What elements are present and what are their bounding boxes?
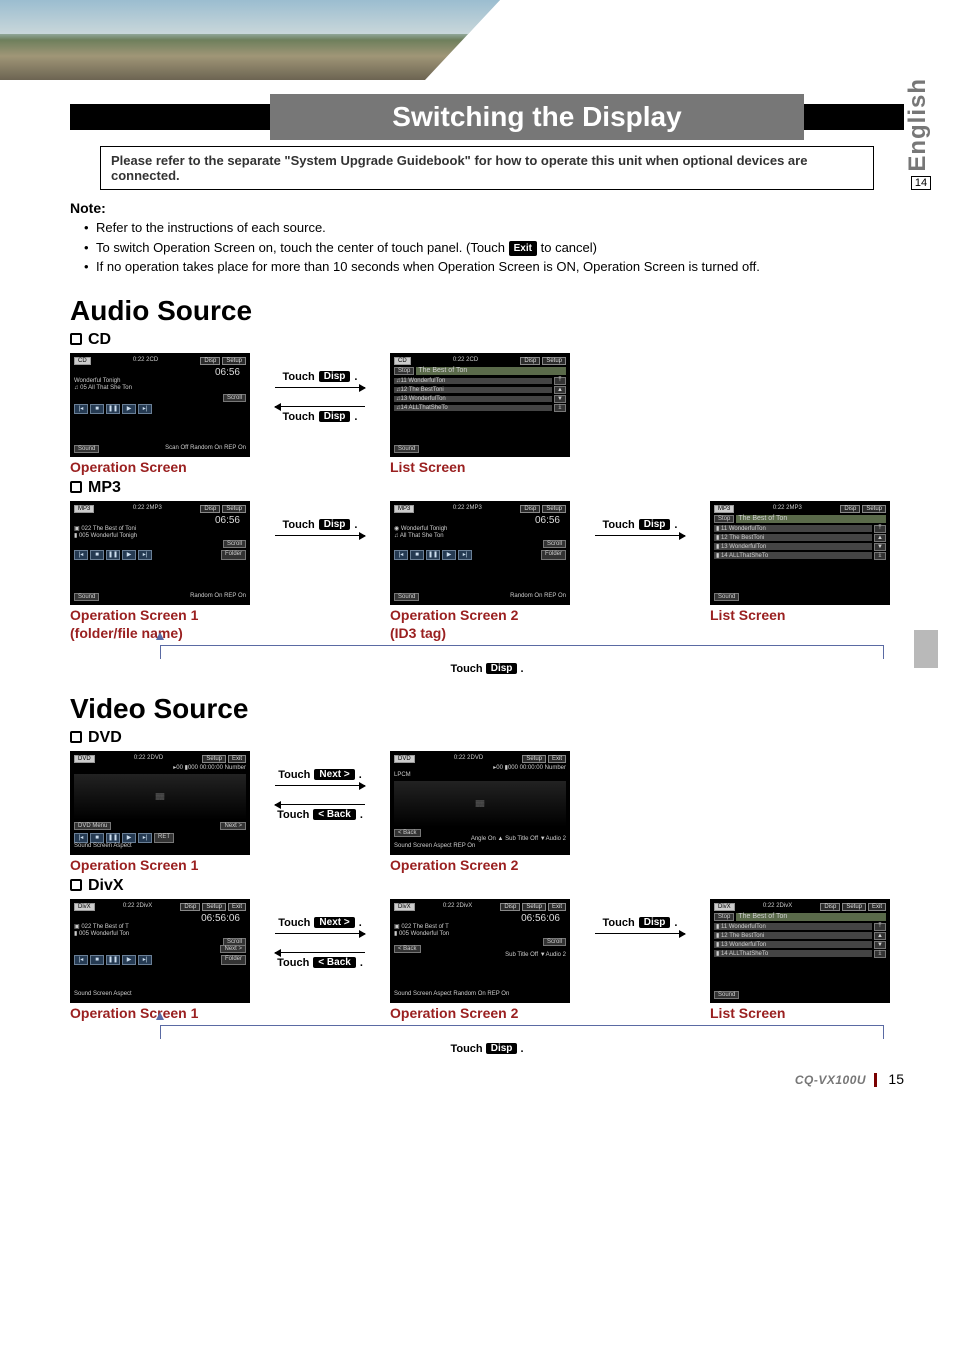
mp3-list-screenshot: MP30:22 2MP3Disp Setup StopThe Best of T… — [710, 501, 890, 605]
mp3-op2-caption: Operation Screen 2 — [390, 607, 570, 623]
audio-source-heading: Audio Source — [70, 295, 904, 327]
note-item: If no operation takes place for more tha… — [84, 257, 904, 277]
cd-op-caption: Operation Screen — [70, 459, 250, 475]
back-button-label: < Back — [313, 957, 356, 968]
side-grey-mark — [914, 630, 938, 668]
divx-list-screenshot: DivX0:22 2DivXDisp Setup Exit StopThe Be… — [710, 899, 890, 1003]
disp-button-label: Disp — [319, 411, 351, 422]
scroll-bottom-icon: ⤓ — [554, 404, 566, 412]
header-photo — [0, 0, 500, 80]
divx-op1-screenshot: DivX0:22 2DivXDisp Setup Exit 06:56:06 ▣… — [70, 899, 250, 1003]
cd-operation-screenshot: CD 0:22 2CD Disp Setup 06:56 Wonderful T… — [70, 353, 250, 457]
divx-list-caption: List Screen — [710, 1005, 890, 1021]
cd-subheading: CD — [70, 331, 904, 349]
language-label: English — [904, 78, 932, 172]
note-item: Refer to the instructions of each source… — [84, 218, 904, 238]
arrow-left-icon — [275, 406, 365, 407]
mp3-op2-screenshot: MP30:22 2MP3Disp Setup 06:56 ◉ Wonderful… — [390, 501, 570, 605]
divx-transition-2: TouchDisp. — [580, 899, 700, 938]
scroll-up-icon: ▲ — [554, 386, 566, 394]
intro-note-box: Please refer to the separate "System Upg… — [100, 146, 874, 190]
cd-transition: TouchDisp. TouchDisp. — [260, 353, 380, 423]
side-page-box: 14 — [911, 176, 931, 190]
disp-button-label: Disp — [319, 519, 351, 530]
mp3-loop-touch: Touch Disp . — [70, 663, 904, 675]
mp3-transition-1: TouchDisp. — [260, 501, 380, 540]
cd-list-screenshot: CD 0:22 2CD Disp Setup Stop The Best of … — [390, 353, 570, 457]
mp3-op1-caption: Operation Screen 1 — [70, 607, 250, 623]
disp-button-label: Disp — [639, 519, 671, 530]
model-number: CQ-VX100U — [795, 1073, 877, 1087]
divx-op2-caption: Operation Screen 2 — [390, 1005, 570, 1021]
dvd-op1-screenshot: DVD0:22 2DVDSetup Exit ▸00 ▮000 00:00:00… — [70, 751, 250, 855]
divx-loop-connector — [160, 1025, 884, 1039]
play-icon: ▶ — [122, 404, 136, 414]
scroll-top-icon: ⤒ — [554, 377, 566, 385]
mp3-subheading: MP3 — [70, 479, 904, 497]
divx-loop-touch: Touch Disp . — [70, 1043, 904, 1055]
page-footer: CQ-VX100U 15 — [795, 1071, 904, 1087]
cd-list-caption: List Screen — [390, 459, 570, 475]
prev-icon: |◂ — [74, 404, 88, 414]
mp3-op2-subcaption: (ID3 tag) — [390, 625, 570, 641]
note-heading: Note: — [70, 200, 904, 216]
next-icon: ▸| — [138, 404, 152, 414]
divx-op2-screenshot: DivX0:22 2DivXDisp Setup Exit 06:56:06 ▣… — [390, 899, 570, 1003]
page-title: Switching the Display — [270, 94, 804, 140]
mp3-list-caption: List Screen — [710, 607, 890, 623]
next-button-label: Next > — [314, 769, 354, 780]
arrow-right-icon — [275, 387, 365, 388]
disp-button-label: Disp — [486, 663, 518, 674]
page-number: 15 — [888, 1071, 904, 1087]
dvd-op2-screenshot: DVD0:22 2DVDSetup Exit ▸00 ▮000 00:00:00… — [390, 751, 570, 855]
dvd-op2-caption: Operation Screen 2 — [390, 857, 570, 873]
exit-button-label: Exit — [509, 241, 537, 256]
mp3-transition-2: TouchDisp. — [580, 501, 700, 540]
dvd-subheading: DVD — [70, 729, 904, 747]
dvd-op1-caption: Operation Screen 1 — [70, 857, 250, 873]
divx-subheading: DivX — [70, 877, 904, 895]
pause-icon: ❚❚ — [106, 404, 120, 414]
video-source-heading: Video Source — [70, 693, 904, 725]
dvd-transition: TouchNext >. Touch< Back. — [260, 751, 380, 821]
note-item: To switch Operation Screen on, touch the… — [84, 238, 904, 258]
mp3-op1-screenshot: MP30:22 2MP3Disp Setup 06:56 ▣ 022 The B… — [70, 501, 250, 605]
page-title-band: Switching the Display — [70, 94, 904, 142]
note-list: Refer to the instructions of each source… — [70, 218, 904, 277]
next-button-label: Next > — [314, 917, 354, 928]
disp-button-label: Disp — [486, 1043, 518, 1054]
divx-transition-1: TouchNext >. Touch< Back. — [260, 899, 380, 969]
disp-button-label: Disp — [639, 917, 671, 928]
back-button-label: < Back — [313, 809, 356, 820]
side-language-tab: English 14 — [904, 78, 938, 191]
mp3-loop-connector — [160, 645, 884, 659]
disp-button-label: Disp — [319, 371, 351, 382]
scroll-down-icon: ▼ — [554, 395, 566, 403]
stop-icon: ■ — [90, 404, 104, 414]
